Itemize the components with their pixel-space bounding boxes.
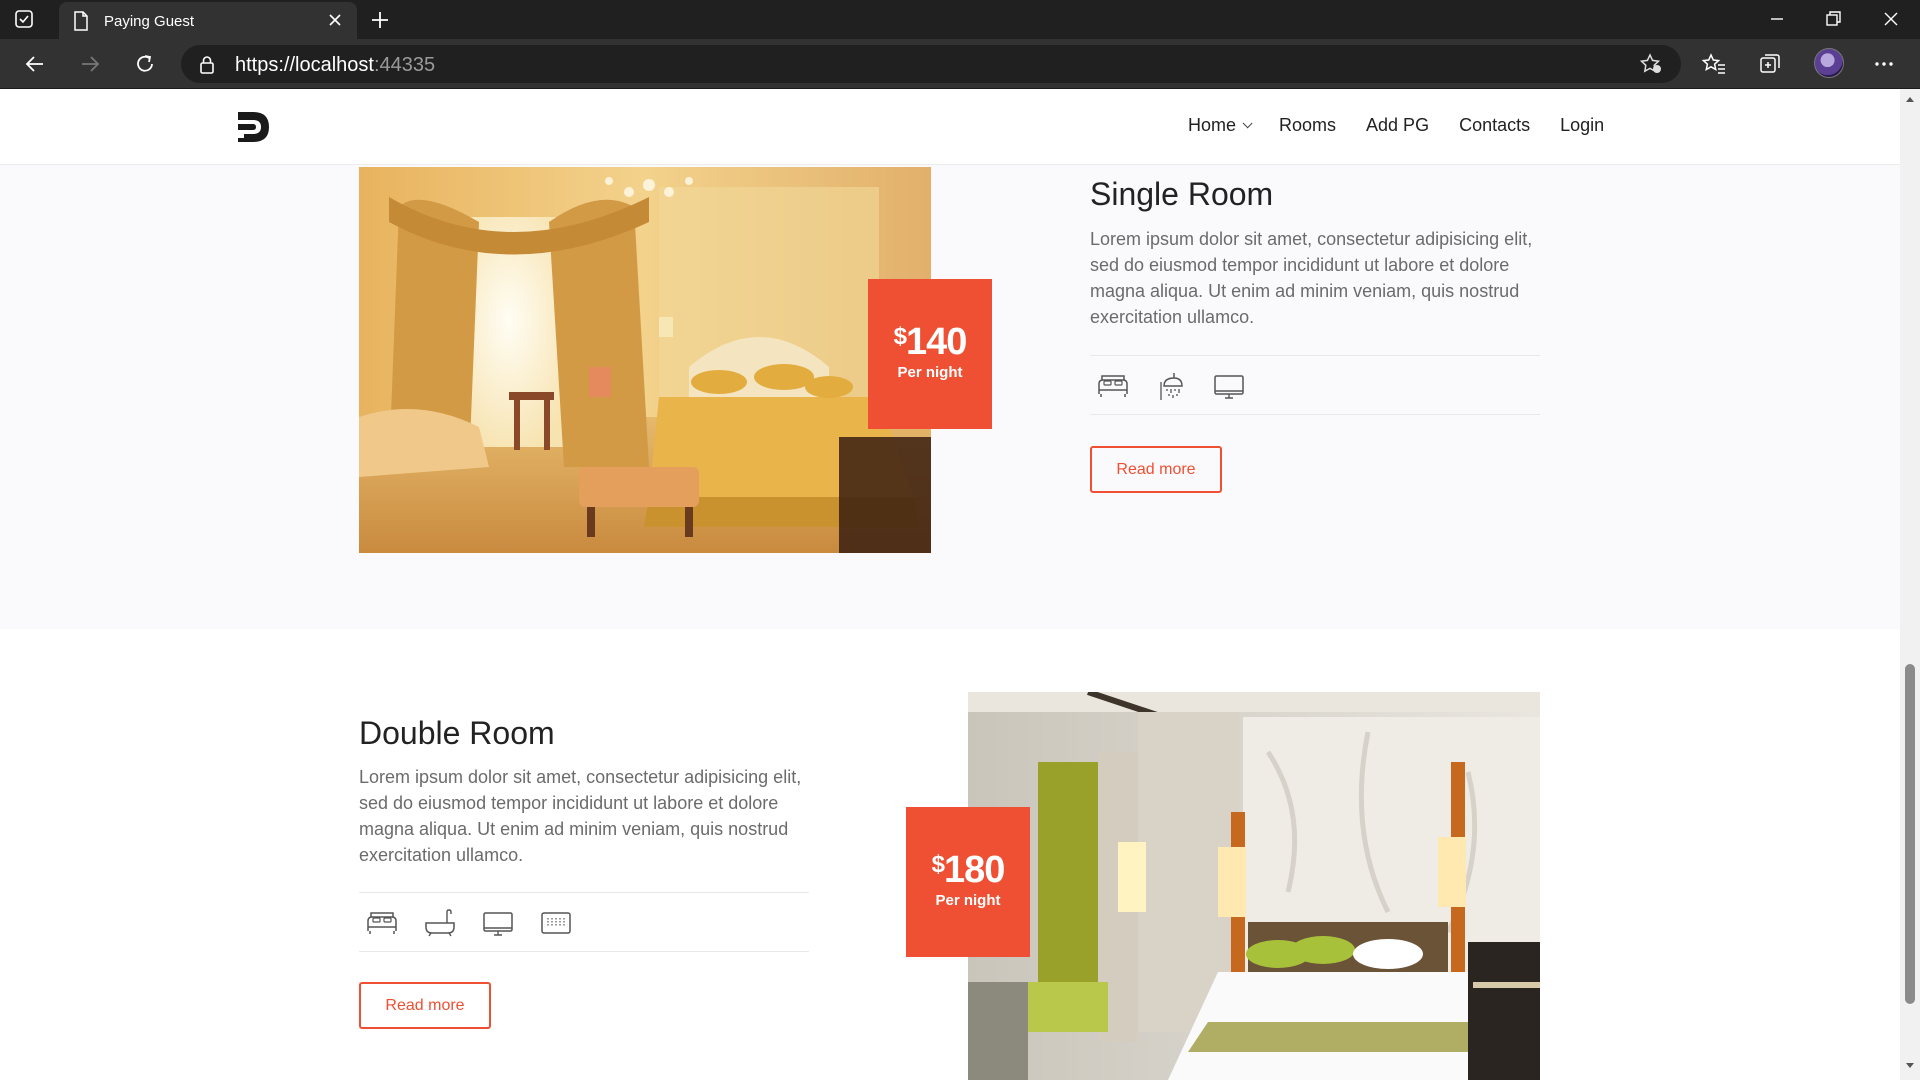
- nav-home[interactable]: Home: [1188, 115, 1253, 136]
- nav-add-pg[interactable]: Add PG: [1366, 115, 1429, 136]
- vertical-scrollbar[interactable]: [1900, 89, 1920, 1080]
- back-icon[interactable]: [22, 51, 48, 77]
- single-room-image: [359, 167, 931, 553]
- url-text[interactable]: https://localhost:44335: [235, 54, 435, 77]
- price-amount: $180: [906, 849, 1030, 892]
- profile-avatar[interactable]: [1814, 48, 1844, 78]
- close-window-icon[interactable]: [1878, 6, 1904, 32]
- price-unit: Per night: [935, 892, 1001, 909]
- url-field[interactable]: https://localhost:44335: [181, 45, 1681, 83]
- double-room-title: Double Room: [359, 715, 555, 751]
- site-logo[interactable]: [234, 106, 274, 148]
- tv-icon: [1214, 375, 1244, 399]
- shower-icon: [1160, 373, 1183, 400]
- browser-tab[interactable]: Paying Guest: [59, 2, 357, 39]
- single-room-title: Single Room: [1090, 176, 1274, 212]
- price-unit: Per night: [897, 364, 963, 381]
- price-value: 180: [943, 849, 1005, 891]
- price-amount: $140: [868, 321, 992, 364]
- room-section-double: Double Room Lorem ipsum dolor sit amet, …: [0, 629, 1900, 1080]
- nav-home-label: Home: [1188, 115, 1237, 135]
- new-tab-icon[interactable]: [368, 8, 392, 32]
- scroll-up-icon[interactable]: [1906, 97, 1914, 102]
- single-room-description: Lorem ipsum dolor sit amet, consectetur …: [1090, 229, 1533, 327]
- room-section-single: $140 Per night Single Room Lorem ipsum d…: [0, 89, 1900, 629]
- lock-icon[interactable]: [199, 55, 215, 74]
- restore-icon[interactable]: [1820, 6, 1846, 32]
- single-room-read-more-button[interactable]: Read more: [1090, 446, 1222, 493]
- minimize-icon[interactable]: [1764, 6, 1790, 32]
- double-room-photo: [968, 692, 1540, 1080]
- more-menu-icon[interactable]: [1871, 51, 1897, 77]
- url-host: https://localhost: [235, 54, 374, 76]
- url-port: :44335: [373, 54, 436, 76]
- main-menu: Home Rooms Add PG Contacts Login: [1188, 115, 1634, 136]
- scroll-down-icon[interactable]: [1906, 1063, 1914, 1068]
- address-bar: https://localhost:44335: [0, 39, 1920, 89]
- single-room-photo: [359, 167, 931, 553]
- forward-icon[interactable]: [77, 51, 103, 77]
- bed-icon: [367, 912, 397, 934]
- tab-actions-icon[interactable]: [14, 9, 34, 29]
- browser-tab-bar: Paying Guest: [0, 0, 1920, 39]
- tab-title: Paying Guest: [104, 13, 195, 30]
- currency-symbol: $: [931, 851, 945, 878]
- page-icon: [74, 11, 88, 31]
- nav-rooms[interactable]: Rooms: [1279, 115, 1336, 136]
- double-room-price-tag: $180 Per night: [906, 807, 1030, 957]
- double-room-image: [968, 692, 1540, 1080]
- collections-icon[interactable]: [1757, 51, 1783, 77]
- double-room-amenities: [359, 892, 809, 952]
- price-value: 140: [905, 321, 967, 363]
- page-viewport: $140 Per night Single Room Lorem ipsum d…: [0, 89, 1900, 1080]
- refresh-icon[interactable]: [132, 51, 158, 77]
- site-header: Home Rooms Add PG Contacts Login: [0, 89, 1900, 165]
- nav-contacts[interactable]: Contacts: [1459, 115, 1530, 136]
- add-favorite-icon[interactable]: [1639, 53, 1663, 75]
- tv-icon: [483, 912, 513, 936]
- close-tab-icon[interactable]: [325, 10, 345, 30]
- double-room-read-more-button[interactable]: Read more: [359, 982, 491, 1029]
- bathtub-icon: [425, 909, 455, 937]
- keyboard-icon: [541, 912, 571, 934]
- double-room-description: Lorem ipsum dolor sit amet, consectetur …: [359, 767, 802, 865]
- single-room-amenities: [1090, 355, 1540, 415]
- currency-symbol: $: [893, 323, 907, 350]
- single-room-price-tag: $140 Per night: [868, 279, 992, 429]
- chevron-down-icon: [1242, 118, 1253, 129]
- bed-icon: [1098, 375, 1128, 397]
- scrollbar-thumb[interactable]: [1905, 664, 1915, 1004]
- nav-login[interactable]: Login: [1560, 115, 1604, 136]
- favorites-icon[interactable]: [1701, 51, 1727, 77]
